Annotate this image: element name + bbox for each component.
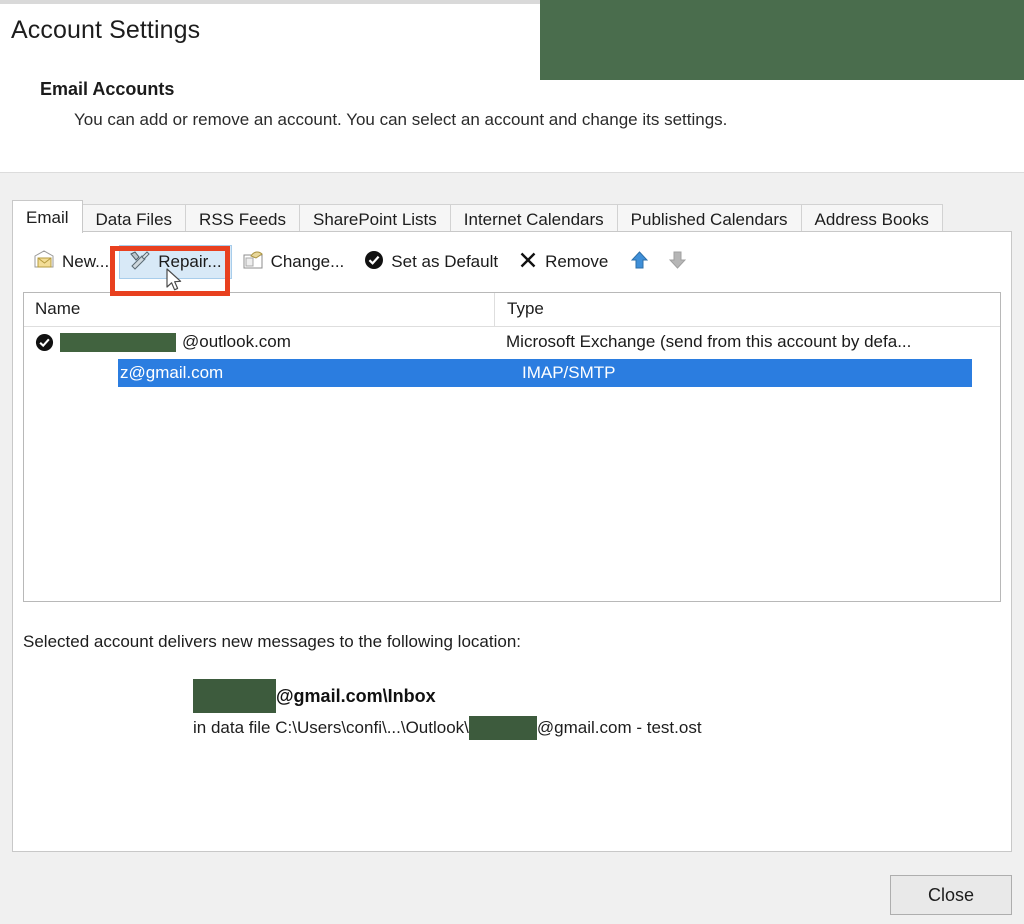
redaction-block-delivery-name xyxy=(193,679,276,713)
delivery-location-value: @gmail.com\Inbox xyxy=(193,679,436,713)
repair-label: Repair... xyxy=(158,252,221,272)
close-button[interactable]: Close xyxy=(890,875,1012,915)
dialog-body: Email Data Files RSS Feeds SharePoint Li… xyxy=(0,173,1024,924)
delivery-location-suffix: @gmail.com\Inbox xyxy=(276,686,436,707)
move-down-button[interactable] xyxy=(660,247,694,277)
tab-address-books[interactable]: Address Books xyxy=(801,204,943,233)
tab-email[interactable]: Email xyxy=(12,200,83,233)
tabstrip: Email Data Files RSS Feeds SharePoint Li… xyxy=(12,200,942,233)
new-account-button[interactable]: New... xyxy=(23,245,119,279)
delivery-datafile-value: in data file C:\Users\confi\...\Outlook\… xyxy=(193,716,702,740)
account-type-cell-selected: IMAP/SMTP xyxy=(504,363,972,383)
delivery-datafile-suffix: @gmail.com - test.ost xyxy=(537,718,702,738)
change-account-button[interactable]: Change... xyxy=(232,245,355,279)
tab-internet-calendars[interactable]: Internet Calendars xyxy=(450,204,618,233)
section-heading: Email Accounts xyxy=(40,79,174,100)
section-description: You can add or remove an account. You ca… xyxy=(74,110,727,130)
tab-panel-email: New... Repair... xyxy=(12,231,1012,852)
column-header-name[interactable]: Name xyxy=(24,293,494,326)
redaction-block-account-name xyxy=(60,333,176,352)
table-row[interactable]: @outlook.com Microsoft Exchange (send fr… xyxy=(24,327,1000,357)
check-circle-icon xyxy=(364,250,384,275)
set-as-default-button[interactable]: Set as Default xyxy=(354,245,508,279)
tab-sharepoint-lists[interactable]: SharePoint Lists xyxy=(299,204,451,233)
account-name-suffix: @outlook.com xyxy=(182,332,291,352)
list-header-row: Name Type xyxy=(24,293,1000,327)
column-header-name-label: Name xyxy=(35,299,80,318)
page-title: Account Settings xyxy=(11,16,200,45)
close-x-icon xyxy=(518,250,538,275)
account-list[interactable]: Name Type @outlook.com Microsoft E xyxy=(23,292,1001,602)
account-toolbar: New... Repair... xyxy=(23,242,694,282)
delivery-datafile-prefix: in data file C:\Users\confi\...\Outlook\ xyxy=(193,718,469,738)
tab-data-files[interactable]: Data Files xyxy=(82,204,187,233)
column-header-type[interactable]: Type xyxy=(494,293,1000,326)
tab-rss-feeds[interactable]: RSS Feeds xyxy=(185,204,300,233)
change-account-label: Change... xyxy=(271,252,345,272)
new-mail-icon xyxy=(33,250,55,275)
change-settings-icon xyxy=(242,250,264,275)
close-button-label: Close xyxy=(928,885,974,906)
set-as-default-label: Set as Default xyxy=(391,252,498,272)
new-account-label: New... xyxy=(62,252,109,272)
repair-button[interactable]: Repair... xyxy=(119,245,231,279)
redaction-block-top xyxy=(540,0,1024,80)
repair-tools-icon xyxy=(129,250,151,275)
arrow-down-icon xyxy=(669,251,686,274)
redaction-block-datafile-name xyxy=(469,716,537,740)
remove-account-button[interactable]: Remove xyxy=(508,245,618,279)
arrow-up-icon xyxy=(631,251,648,274)
move-up-button[interactable] xyxy=(622,247,656,277)
account-name-cell: @outlook.com xyxy=(24,332,494,352)
column-header-type-label: Type xyxy=(507,299,544,318)
table-row[interactable]: z@gmail.com IMAP/SMTP xyxy=(118,359,972,387)
tab-published-calendars[interactable]: Published Calendars xyxy=(617,204,802,233)
account-type-cell: Microsoft Exchange (send from this accou… xyxy=(494,332,1000,352)
account-name-cell-selected: z@gmail.com xyxy=(118,363,504,383)
delivery-location-label: Selected account delivers new messages t… xyxy=(23,632,521,652)
remove-account-label: Remove xyxy=(545,252,608,272)
default-account-check-icon xyxy=(35,333,54,352)
